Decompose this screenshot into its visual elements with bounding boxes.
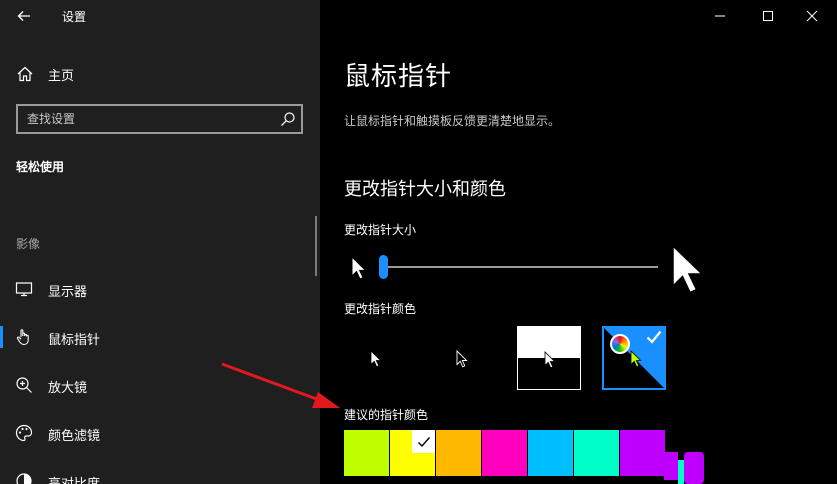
- nav-item-label: 放大镜: [48, 381, 88, 396]
- color-swatch[interactable]: [390, 430, 435, 476]
- active-indicator: [0, 326, 3, 348]
- color-swatch[interactable]: [620, 430, 665, 476]
- close-icon: [806, 10, 818, 22]
- close-button[interactable]: [789, 0, 835, 32]
- nav-home[interactable]: 主页: [0, 60, 320, 88]
- white-cursor-icon: [370, 350, 382, 368]
- pointer-style-inverted[interactable]: [517, 326, 581, 390]
- nav-home-label: 主页: [48, 69, 75, 84]
- black-cursor-icon: [456, 350, 468, 368]
- custom-color-preview: [664, 452, 704, 484]
- magnifier-icon: [16, 377, 32, 393]
- nav-item-mouse-pointer[interactable]: 鼠标指针: [0, 317, 312, 357]
- search-icon[interactable]: [280, 111, 296, 127]
- large-cursor-icon: [672, 244, 704, 294]
- app-title: 设置: [62, 10, 87, 24]
- minimize-icon: [715, 15, 725, 17]
- nav-item-magnifier[interactable]: 放大镜: [0, 365, 312, 405]
- suggested-colors-label: 建议的指针颜色: [344, 408, 429, 422]
- search-box[interactable]: [16, 104, 303, 134]
- color-blob-icon: [664, 452, 704, 484]
- inverted-cursor-icon: [544, 351, 556, 369]
- page-description: 让鼠标指针和触摸板反馈更清楚地显示。: [344, 114, 561, 128]
- section-subtitle: 更改指针大小和颜色: [344, 179, 506, 200]
- nav-item-label: 显示器: [48, 285, 88, 300]
- nav-item-label: 高对比度: [48, 473, 100, 484]
- section-heading: 影像: [16, 237, 41, 251]
- pointer-size-slider[interactable]: [380, 266, 658, 268]
- nav-item-label: 鼠标指针: [48, 333, 101, 348]
- pointer-style-custom[interactable]: [602, 326, 666, 390]
- pointer-style-black[interactable]: [430, 326, 494, 390]
- nav-item-color-filters[interactable]: 颜色滤镜: [0, 413, 312, 453]
- maximize-button[interactable]: [745, 0, 791, 32]
- navigation-pane: 设置 主页 轻松使用 影像 显示器 鼠标指针 放大镜: [0, 0, 320, 484]
- color-swatch[interactable]: [528, 430, 573, 476]
- search-input[interactable]: [18, 106, 268, 132]
- color-swatch[interactable]: [482, 430, 527, 476]
- pointer-hand-icon: [16, 329, 29, 346]
- monitor-icon: [15, 282, 33, 297]
- nav-item-display[interactable]: 显示器: [0, 269, 312, 309]
- color-swatch[interactable]: [344, 430, 389, 476]
- checkmark-icon: [646, 330, 662, 344]
- color-label: 更改指针颜色: [344, 302, 417, 316]
- color-swatch[interactable]: [574, 430, 619, 476]
- category-title: 轻松使用: [16, 160, 65, 174]
- color-swatch[interactable]: [436, 430, 481, 476]
- slider-thumb[interactable]: [378, 255, 388, 279]
- nav-item-label: 颜色滤镜: [48, 429, 101, 444]
- maximize-icon: [763, 11, 773, 21]
- back-arrow-icon: [17, 11, 30, 21]
- nav-scrollbar[interactable]: [315, 216, 317, 276]
- contrast-icon: [16, 473, 32, 484]
- custom-cursor-icon: [630, 350, 642, 368]
- palette-icon: [15, 424, 33, 442]
- home-icon: [17, 66, 33, 82]
- back-button[interactable]: [12, 4, 36, 28]
- swatch-check-icon: [412, 430, 435, 453]
- pointer-style-white[interactable]: [344, 326, 408, 390]
- size-label: 更改指针大小: [344, 223, 417, 237]
- nav-item-high-contrast[interactable]: 高对比度: [0, 461, 312, 484]
- color-wheel-icon: [610, 334, 630, 354]
- page-title: 鼠标指针: [344, 62, 453, 92]
- minimize-button[interactable]: [697, 0, 743, 32]
- small-cursor-icon: [351, 256, 367, 280]
